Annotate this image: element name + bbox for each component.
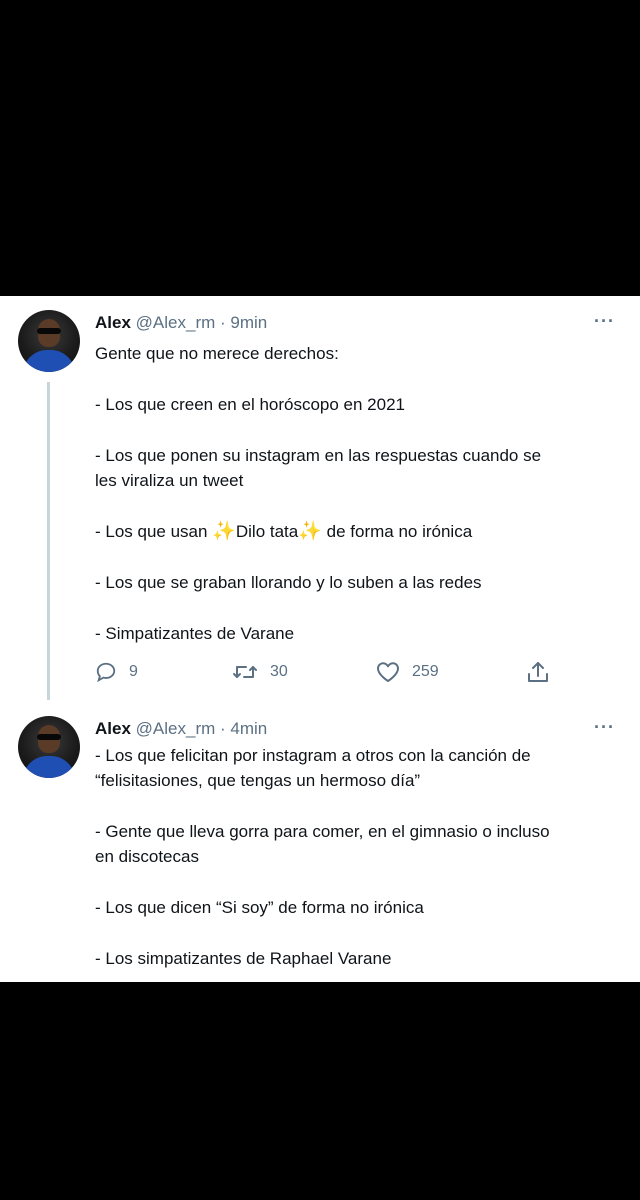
emoji-line-suffix: de forma no irónica [321,522,473,541]
emoji-line-prefix: - Los que usan [95,522,213,541]
avatar-sunglasses [37,328,61,334]
meta-separator: · [220,313,226,332]
text-line: - Los que ponen su instagram en las resp… [95,446,542,465]
display-name[interactable]: Alex [95,719,131,738]
more-horizontal-icon[interactable]: ··· [594,312,615,330]
text-line: Gente que no merece derechos: [95,344,339,363]
sparkles-icon: ✨ [212,521,236,542]
text-line: - Los simpatizantes de Raphael Varane [95,949,392,968]
tweet-header: Alex @Alex_rm · 9min [95,312,267,334]
text-gap [95,869,620,895]
text-gap [95,366,620,392]
text-gap [95,417,620,443]
tweet-text: - Los que felicitan por instagram a otro… [95,743,620,971]
text-line: - Los que se graban llorando y lo suben … [95,573,482,592]
retweet-count: 30 [270,663,288,680]
user-handle[interactable]: @Alex_rm [136,313,216,332]
text-line: - Los que dicen “Si soy” de forma no iró… [95,898,424,917]
heart-icon [377,662,399,682]
more-horizontal-icon[interactable]: ··· [594,718,615,736]
text-gap [95,544,620,570]
tweet-thread-panel: Alex @Alex_rm · 9min ··· Gente que no me… [0,296,640,982]
like-button[interactable]: 259 [376,661,439,683]
avatar[interactable] [18,716,80,778]
user-handle[interactable]: @Alex_rm [136,719,216,738]
like-count: 259 [412,663,439,680]
tweet-time[interactable]: 9min [230,313,267,332]
reply-icon [96,662,116,683]
emoji-line-middle: Dilo tata [235,522,299,541]
text-line: en discotecas [95,847,199,866]
text-gap [95,920,620,946]
text-line: - Los que creen en el horóscopo en 2021 [95,395,406,414]
tweet-text: Gente que no merece derechos: - Los que … [95,341,620,646]
display-name[interactable]: Alex [95,313,131,332]
tweet-header: Alex @Alex_rm · 4min [95,718,267,740]
retweet-icon [233,666,257,678]
text-line: les viraliza un tweet [95,471,244,490]
text-line: - Gente que lleva gorra para comer, en e… [95,822,550,841]
retweet-button[interactable]: 30 [232,661,288,683]
tweet-time[interactable]: 4min [230,719,267,738]
avatar[interactable] [18,310,80,372]
meta-separator: · [220,719,226,738]
avatar-sunglasses [37,734,61,740]
text-line: - Los que felicitan por instagram a otro… [95,746,531,765]
share-icon [528,662,548,682]
text-line: - Simpatizantes de Varane [95,624,295,643]
text-gap [95,493,620,519]
text-line: “felisitasiones, que tengas un hermoso d… [95,771,421,790]
reply-button[interactable]: 9 [95,661,138,683]
text-line-with-emoji: - Los que usan ✨Dilo tata✨ de forma no i… [95,519,620,544]
text-gap [95,793,620,819]
thread-connector-line [47,382,50,700]
text-gap [95,595,620,621]
sparkles-icon: ✨ [298,521,322,542]
avatar-shirt [23,350,75,372]
reply-count: 9 [129,663,138,680]
share-button[interactable] [527,660,549,684]
tweet-actions: 9 30 259 [0,658,640,688]
avatar-shirt [23,756,75,778]
